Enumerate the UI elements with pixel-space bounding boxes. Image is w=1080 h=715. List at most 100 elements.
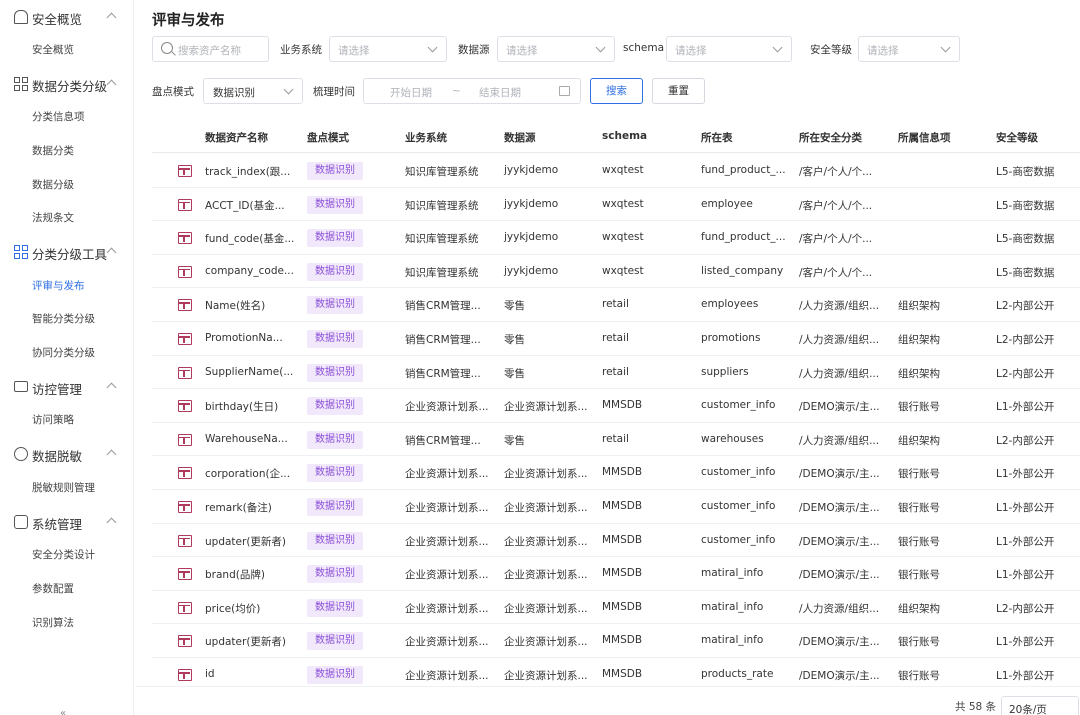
table-icon — [178, 501, 192, 513]
search-button[interactable]: 搜索 — [590, 78, 643, 104]
table-cell[interactable]: ACCT_ID(基金... — [205, 198, 285, 213]
nav-group-overview[interactable]: 安全概览 — [0, 2, 134, 32]
table-cell[interactable]: track_index(跟... — [205, 164, 290, 179]
mode-badge: 数据识别 — [307, 431, 363, 449]
table-cell: /DEMO演示/主... — [799, 500, 880, 515]
table-row[interactable]: fund_code(基金...数据识别知识库管理系统jyykjdemowxqte… — [152, 221, 1080, 255]
sidebar-item-access-policy[interactable]: 访问策略 — [32, 412, 74, 427]
table-row[interactable]: price(均价)数据识别企业资源计划系...企业资源计划系...MMSDBma… — [152, 591, 1080, 625]
table-cell: 企业资源计划系... — [504, 534, 588, 549]
nav-group-label: 安全概览 — [32, 9, 82, 28]
collapse-sidebar-button[interactable]: « — [60, 706, 70, 715]
sidebar-item-info-items[interactable]: 分类信息项 — [32, 109, 85, 124]
date-range-picker[interactable]: 开始日期 ~ 结束日期 — [363, 78, 581, 104]
sidebar-item-smart-classification[interactable]: 智能分类分级 — [32, 311, 95, 326]
reset-button[interactable]: 重置 — [652, 78, 705, 104]
schema-select[interactable]: 请选择 — [666, 36, 792, 62]
security-level-select[interactable]: 请选择 — [858, 36, 960, 62]
table-cell: suppliers — [701, 366, 749, 378]
page-size-select[interactable]: 20条/页 — [1001, 696, 1079, 715]
sidebar-item-overview[interactable]: 安全概览 — [32, 42, 74, 57]
sidebar-item-data-grading[interactable]: 数据分级 — [32, 177, 74, 192]
business-system-select[interactable]: 请选择 — [329, 36, 447, 62]
start-date-placeholder: 开始日期 — [390, 85, 432, 100]
table-row[interactable]: track_index(跟...数据识别知识库管理系统jyykjdemowxqt… — [152, 154, 1080, 188]
sidebar-item-regulations[interactable]: 法规条文 — [32, 210, 74, 225]
table-cell[interactable]: price(均价) — [205, 601, 260, 616]
sidebar-item-params[interactable]: 参数配置 — [32, 581, 74, 596]
table-row[interactable]: remark(备注)数据识别企业资源计划系...企业资源计划系...MMSDBc… — [152, 490, 1080, 524]
datasource-select[interactable]: 请选择 — [497, 36, 615, 62]
table-cell: L2-内部公开 — [996, 601, 1054, 616]
table-cell: /DEMO演示/主... — [799, 466, 880, 481]
table-cell: 企业资源计划系... — [405, 634, 489, 649]
table-cell: /DEMO演示/主... — [799, 399, 880, 414]
nav-group-masking[interactable]: 数据脱敏 — [0, 439, 134, 469]
table-row[interactable]: updater(更新者)数据识别企业资源计划系...企业资源计划系...MMSD… — [152, 524, 1080, 558]
table-cell[interactable]: WarehouseNa... — [205, 433, 288, 445]
table-row[interactable]: ACCT_ID(基金...数据识别知识库管理系统jyykjdemowxqtest… — [152, 188, 1080, 222]
table-cell[interactable]: birthday(生日) — [205, 399, 278, 414]
table-row[interactable]: brand(品牌)数据识别企业资源计划系...企业资源计划系...MMSDBma… — [152, 557, 1080, 591]
table-cell[interactable]: updater(更新者) — [205, 534, 286, 549]
table-cell: /客户/个人/个... — [799, 265, 872, 280]
nav-group-tools[interactable]: 分类分级工具 — [0, 237, 134, 267]
security-level-label: 安全等级 — [810, 42, 852, 57]
table-cell: L2-内部公开 — [996, 433, 1054, 448]
table-cell[interactable]: company_code... — [205, 265, 294, 277]
nav-group-system[interactable]: 系统管理 — [0, 507, 134, 537]
nav-group-access[interactable]: 访控管理 — [0, 372, 134, 402]
sidebar-item-review-publish[interactable]: 评审与发布 — [32, 278, 85, 293]
mode-badge: 数据识别 — [307, 397, 363, 415]
table-cell: products_rate — [701, 668, 773, 680]
table-cell: 零售 — [504, 433, 525, 448]
table-row[interactable]: corporation(企...数据识别企业资源计划系...企业资源计划系...… — [152, 456, 1080, 490]
table-cell: fund_product_... — [701, 164, 786, 176]
table-row[interactable]: PromotionNa...数据识别销售CRM管理...零售retailprom… — [152, 322, 1080, 356]
table-cell[interactable]: PromotionNa... — [205, 332, 283, 344]
end-date-placeholder: 结束日期 — [479, 85, 521, 100]
nav-group-classification[interactable]: 数据分类分级 — [0, 69, 134, 99]
table-cell[interactable]: Name(姓名) — [205, 298, 265, 313]
table-cell: 组织架构 — [898, 366, 940, 381]
table-cell[interactable]: remark(备注) — [205, 500, 272, 515]
table-row[interactable]: WarehouseNa...数据识别销售CRM管理...零售retailware… — [152, 423, 1080, 457]
search-icon — [161, 42, 173, 54]
table-cell: 企业资源计划系... — [504, 601, 588, 616]
table-icon — [178, 266, 192, 278]
sidebar-item-data-classification[interactable]: 数据分类 — [32, 143, 74, 158]
table-cell: /DEMO演示/主... — [799, 634, 880, 649]
table-cell: wxqtest — [602, 265, 644, 277]
table-row[interactable]: birthday(生日)数据识别企业资源计划系...企业资源计划系...MMSD… — [152, 389, 1080, 423]
table-cell[interactable]: updater(更新者) — [205, 634, 286, 649]
mode-badge: 数据识别 — [307, 666, 363, 684]
table-cell[interactable]: SupplierName(... — [205, 366, 293, 378]
table-cell[interactable]: id — [205, 668, 215, 680]
col-security-level: 安全等级 — [996, 130, 1038, 145]
sidebar-item-masking-rules[interactable]: 脱敏规则管理 — [32, 480, 95, 495]
table-icon — [178, 367, 192, 379]
search-input[interactable]: 搜索资产名称 — [152, 36, 269, 62]
table-row[interactable]: Name(姓名)数据识别销售CRM管理...零售retailemployees/… — [152, 288, 1080, 322]
table-cell[interactable]: fund_code(基金... — [205, 231, 294, 246]
table-cell[interactable]: corporation(企... — [205, 466, 290, 481]
table-cell: 销售CRM管理... — [405, 298, 481, 313]
table-row[interactable]: company_code...数据识别知识库管理系统jyykjdemowxqte… — [152, 255, 1080, 289]
table-cell: 组织架构 — [898, 601, 940, 616]
mode-select[interactable]: 数据识别 — [203, 78, 303, 104]
table-cell: 销售CRM管理... — [405, 332, 481, 347]
table-cell: 企业资源计划系... — [405, 668, 489, 683]
sidebar-item-algorithms[interactable]: 识别算法 — [32, 615, 74, 630]
mode-badge: 数据识别 — [307, 330, 363, 348]
mode-badge: 数据识别 — [307, 532, 363, 550]
table-cell: 知识库管理系统 — [405, 164, 479, 179]
chevron-down-icon — [596, 43, 606, 53]
sidebar-item-collab-classification[interactable]: 协同分类分级 — [32, 345, 95, 360]
time-label: 梳理时间 — [313, 84, 355, 99]
table-cell[interactable]: brand(品牌) — [205, 567, 265, 582]
sidebar-item-security-design[interactable]: 安全分类设计 — [32, 547, 95, 562]
nav-group-label: 数据分类分级 — [32, 76, 107, 95]
table-row[interactable]: updater(更新者)数据识别企业资源计划系...企业资源计划系...MMSD… — [152, 624, 1080, 658]
table-row[interactable]: SupplierName(...数据识别销售CRM管理...零售retailsu… — [152, 356, 1080, 390]
table-cell: 银行账号 — [898, 466, 940, 481]
